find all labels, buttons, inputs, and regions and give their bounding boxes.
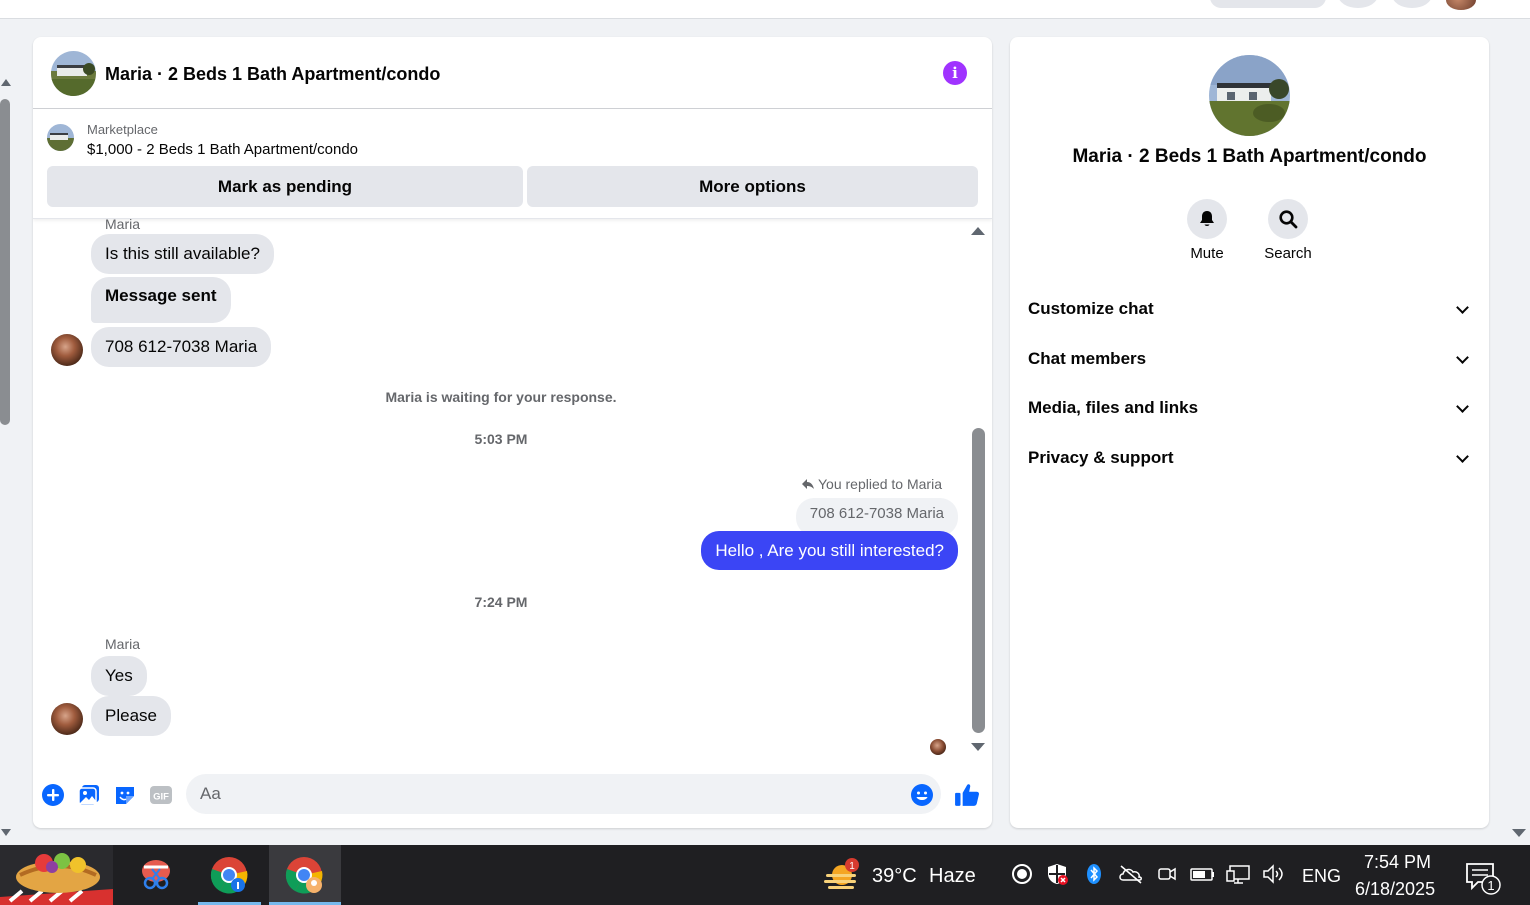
notification-icon[interactable]: 1 [1464, 861, 1504, 895]
info-icon[interactable]: i [943, 61, 967, 85]
scroll-down-arrow-icon[interactable] [1512, 829, 1526, 837]
like-icon[interactable] [954, 782, 980, 808]
gif-icon[interactable]: GIF [149, 783, 173, 807]
profile-avatar[interactable] [1446, 0, 1476, 10]
scrollbar-thumb[interactable] [0, 99, 10, 425]
top-nav-pill[interactable] [1210, 0, 1326, 8]
scroll-down-arrow-icon[interactable] [1, 829, 11, 836]
notification-count: 1 [1487, 878, 1494, 893]
waiting-notice: Maria is waiting for your response. [385, 389, 617, 405]
sender-name: Maria [105, 216, 141, 232]
reply-indicator: You replied to Maria [801, 476, 942, 492]
chevron-down-icon [1456, 351, 1469, 364]
search-label: Search [1264, 245, 1312, 262]
taskbar-app-snipping[interactable] [120, 845, 192, 905]
conversation-info-panel: Maria · 2 Beds 1 Bath Apartment/condo Mu… [1010, 37, 1489, 828]
media-files-links-section[interactable]: Media, files and links [1028, 388, 1471, 428]
section-label: Media, files and links [1028, 398, 1199, 417]
panel-title: Maria · 2 Beds 1 Bath Apartment/condo [1072, 146, 1427, 167]
sender-avatar[interactable] [51, 703, 83, 735]
mute-button[interactable]: Mute [1177, 199, 1237, 262]
volume-icon[interactable] [1262, 863, 1284, 885]
reply-icon [801, 479, 814, 489]
scroll-down-arrow-icon[interactable] [971, 743, 985, 751]
weather-temperature[interactable]: 39°C [872, 865, 917, 888]
sender-avatar[interactable] [51, 334, 83, 366]
seen-receipt-avatar [930, 739, 946, 755]
incoming-message[interactable]: Yes [91, 656, 147, 696]
svg-text:GIF: GIF [153, 792, 169, 803]
chat-window: Maria · 2 Beds 1 Bath Apartment/condo i … [33, 37, 992, 828]
privacy-support-section[interactable]: Privacy & support [1028, 438, 1471, 478]
search-button[interactable]: Search [1258, 199, 1318, 262]
more-options-button[interactable]: More options [527, 166, 978, 207]
mark-as-pending-button[interactable]: Mark as pending [47, 166, 523, 207]
battery-icon[interactable] [1190, 863, 1216, 885]
weather-haze-icon[interactable]: 1 [822, 857, 862, 893]
emoji-icon[interactable] [910, 783, 934, 807]
bluetooth-icon[interactable] [1083, 863, 1105, 885]
reply-indicator-text: You replied to Maria [817, 476, 942, 492]
picnic-basket-icon [0, 845, 113, 905]
timestamp: 5:03 PM [474, 431, 528, 447]
chevron-down-icon [1456, 301, 1469, 314]
top-nav-circle-button[interactable] [1392, 0, 1432, 8]
chrome-profile-icon [285, 857, 323, 894]
plus-icon[interactable] [41, 783, 65, 807]
listing-thumbnail[interactable] [47, 124, 74, 151]
search-icon [1279, 210, 1298, 229]
weather-description[interactable]: Haze [929, 865, 976, 888]
chat-scrollbar-thumb[interactable] [972, 428, 985, 733]
taskbar-app-chrome[interactable] [198, 845, 261, 905]
sender-name: Maria [105, 636, 141, 652]
incoming-message[interactable]: Is this still available? [91, 234, 274, 274]
page-scrollbar[interactable] [0, 19, 12, 845]
incoming-message[interactable]: 708 612-7038 Maria [91, 327, 272, 367]
message-list[interactable]: Maria Is this still available? Message s… [33, 216, 992, 759]
customize-chat-section[interactable]: Customize chat [1028, 289, 1471, 329]
chrome-icon [210, 857, 248, 894]
sticker-icon[interactable] [113, 783, 137, 807]
onedrive-icon[interactable] [1118, 863, 1144, 885]
scroll-up-arrow-icon[interactable] [1, 79, 11, 86]
message-composer: GIF [33, 768, 992, 828]
section-label: Privacy & support [1028, 448, 1174, 467]
windows-taskbar: 1 39°C Haze ENG 7:54 PM 6/18/2025 1 [0, 845, 1530, 905]
chevron-down-icon [1456, 450, 1469, 463]
marketplace-label: Marketplace [87, 122, 158, 137]
section-label: Customize chat [1028, 299, 1154, 318]
meet-now-icon[interactable] [1156, 863, 1178, 885]
conversation-title[interactable]: Maria · 2 Beds 1 Bath Apartment/condo [105, 64, 440, 85]
clock-time[interactable]: 7:54 PM [1364, 852, 1431, 873]
timestamp: 7:24 PM [474, 594, 528, 610]
chat-header: Maria · 2 Beds 1 Bath Apartment/condo i [33, 37, 992, 109]
scroll-up-arrow-icon[interactable] [971, 227, 985, 235]
message-input[interactable] [186, 774, 941, 814]
taskbar-app-picnic[interactable] [0, 845, 113, 905]
bell-icon [1200, 211, 1214, 226]
marketplace-banner: Marketplace $1,000 - 2 Beds 1 Bath Apart… [33, 109, 992, 219]
listing-avatar[interactable] [51, 51, 96, 96]
chat-members-section[interactable]: Chat members [1028, 339, 1471, 379]
weather-badge: 1 [849, 861, 855, 872]
listing-avatar-large[interactable] [1209, 55, 1290, 136]
photo-icon[interactable] [77, 783, 101, 807]
incoming-message[interactable]: Message sent [91, 277, 231, 323]
input-language[interactable]: ENG [1302, 866, 1341, 887]
scissors-icon [142, 860, 170, 890]
clock-date[interactable]: 6/18/2025 [1355, 879, 1435, 900]
browser-top-bar [0, 0, 1530, 19]
network-icon[interactable] [1226, 863, 1252, 885]
listing-price-title[interactable]: $1,000 - 2 Beds 1 Bath Apartment/condo [87, 141, 358, 158]
record-icon[interactable] [1011, 863, 1033, 885]
mute-label: Mute [1190, 245, 1224, 262]
security-shield-icon[interactable] [1046, 863, 1068, 885]
section-label: Chat members [1028, 349, 1147, 368]
chevron-down-icon [1456, 400, 1469, 413]
outgoing-message[interactable]: Hello , Are you still interested? [701, 531, 958, 570]
incoming-message[interactable]: Please [91, 696, 171, 736]
top-nav-circle-button[interactable] [1338, 0, 1378, 8]
taskbar-app-chrome-profile[interactable] [269, 845, 341, 905]
